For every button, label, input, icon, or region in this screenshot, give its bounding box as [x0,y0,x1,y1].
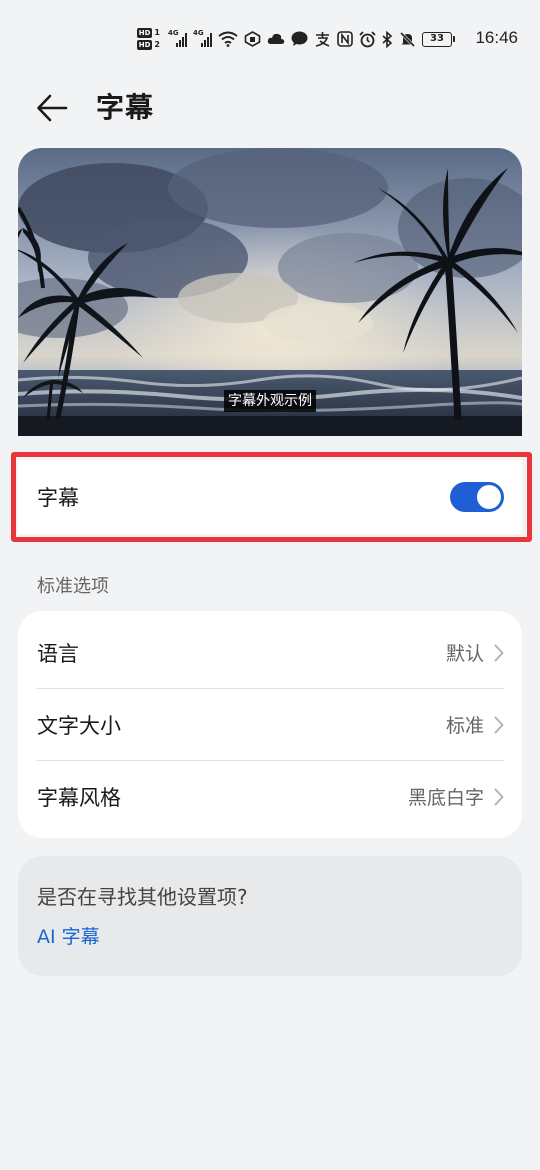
setting-label: 字幕风格 [37,785,121,810]
caption-sample-text: 字幕外观示例 [224,390,316,412]
setting-label: 文字大小 [37,713,121,738]
hd-num-1: 1 [154,28,160,37]
setting-row-language[interactable]: 语言 默认 [36,617,504,688]
mute-icon [399,31,416,47]
vpn-icon [244,31,261,47]
setting-value: 标准 [445,715,484,737]
chevron-right-icon [494,788,504,805]
alipay-icon [315,32,330,47]
hd-num-2: 2 [154,40,160,49]
setting-row-text-size[interactable]: 文字大小 标准 [36,688,504,760]
app-header: 字幕 [0,80,540,136]
setting-label: 语言 [37,641,79,666]
captions-switch[interactable] [450,482,504,512]
hd-badge-1: HD [136,28,153,38]
setting-value: 默认 [445,643,484,665]
settings-list: 语言 默认 文字大小 标准 字幕风格 黑底白字 [18,611,522,838]
signal-tag-2: 4G [193,29,204,37]
setting-row-caption-style[interactable]: 字幕风格 黑底白字 [36,760,504,832]
suggestions-title: 是否在寻找其他设置项? [37,885,248,909]
switch-knob [477,485,501,509]
status-icons: HD 1 HD 2 4G 4G 33 [136,24,455,54]
battery-icon: 33 [422,31,455,47]
caption-preview-image: 字幕外观示例 [18,148,522,436]
hd-icon: HD 1 HD 2 [136,28,160,50]
section-label-standard-options: 标准选项 [37,576,109,597]
nfc-icon [337,31,353,47]
signal-icon: 4G [168,29,187,47]
cloud-icon [267,33,285,44]
signal-tag-1: 4G [168,29,179,37]
status-bar: HD 1 HD 2 4G 4G 33 16:46 [0,0,540,80]
chevron-right-icon [494,716,504,733]
setting-value: 黑底白字 [407,787,484,809]
back-button[interactable] [30,88,74,128]
captions-toggle-row[interactable]: 字幕 [18,460,522,534]
chat-icon [291,31,308,46]
captions-toggle-label: 字幕 [37,486,79,510]
alarm-icon [359,30,376,47]
page-title: 字幕 [96,91,155,124]
status-time: 16:46 [475,28,518,47]
hd-badge-2: HD [136,40,153,50]
chevron-right-icon [494,644,504,661]
back-arrow-icon [37,94,68,122]
wifi-icon [218,31,238,47]
signal-icon: 4G [193,29,212,47]
ai-captions-link[interactable]: AI 字幕 [37,924,100,950]
suggestions-card: 是否在寻找其他设置项? AI 字幕 [18,856,522,976]
bluetooth-icon [382,30,393,48]
